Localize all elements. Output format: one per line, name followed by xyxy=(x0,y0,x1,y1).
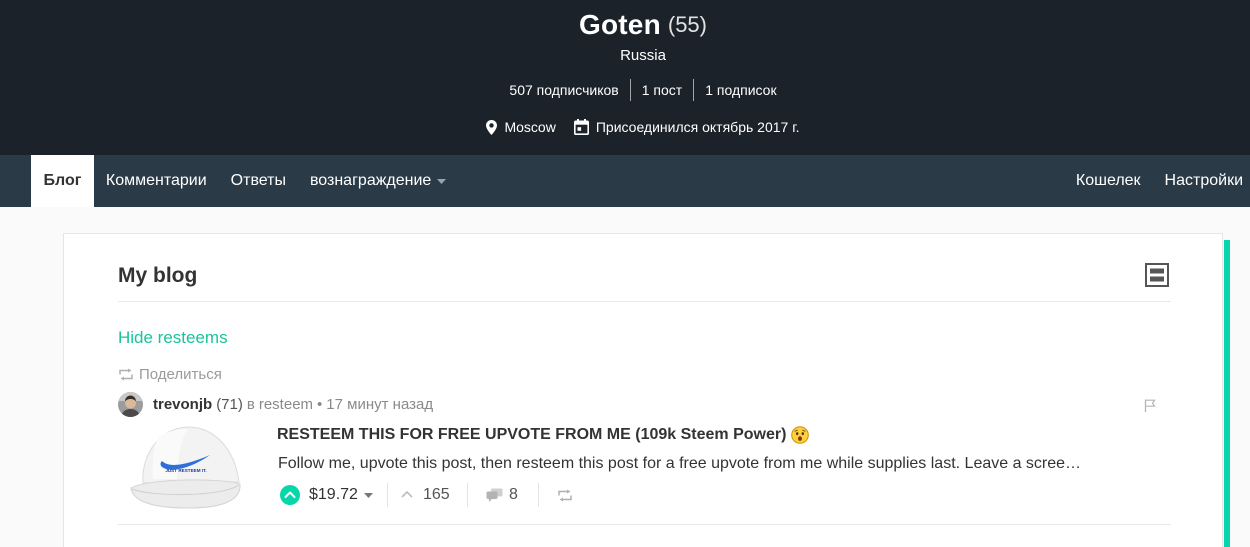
profile-name: Goten xyxy=(578,9,661,40)
meta-separator: • xyxy=(317,395,323,413)
tab-replies[interactable]: Ответы xyxy=(219,155,298,207)
post-title[interactable]: RESTEEM THIS FOR FREE UPVOTE FROM ME (10… xyxy=(277,426,786,444)
tab-wallet[interactable]: Кошелек xyxy=(1064,155,1153,207)
following-count[interactable]: 1 подписок xyxy=(693,79,787,101)
followers-count[interactable]: 507 подписчиков xyxy=(498,79,629,101)
post-author[interactable]: trevonjb xyxy=(153,396,212,413)
votes-count[interactable]: 165 xyxy=(423,485,450,505)
payout-dropdown[interactable]: $19.72 xyxy=(309,485,373,505)
footer-divider xyxy=(538,483,539,507)
profile-joined-text: Присоединился октябрь 2017 г. xyxy=(595,119,800,135)
post-author-row: trevonjb (71) в resteem • 17 минут назад xyxy=(118,391,433,417)
hide-resteems-link[interactable]: Hide resteems xyxy=(118,328,228,348)
tab-rewards[interactable]: вознаграждение xyxy=(298,155,458,207)
comments-count[interactable]: 8 xyxy=(509,485,518,505)
caret-down-icon xyxy=(437,178,447,184)
profile-country-row: Russia xyxy=(36,45,1250,65)
profile-tabs-right: Кошелек Настройки xyxy=(1064,155,1243,207)
resteem-icon xyxy=(119,368,133,380)
astonished-face-emoji-icon xyxy=(791,426,810,444)
tab-comments[interactable]: Комментарии xyxy=(94,155,219,207)
caret-down-icon xyxy=(363,492,373,498)
chevron-up-icon xyxy=(401,490,413,498)
profile-reputation: (55) xyxy=(667,12,707,37)
profile-tabs: Блог Комментарии Ответы вознаграждение xyxy=(31,155,458,207)
scroll-indicator-bar xyxy=(1224,240,1230,547)
posts-count: 1 пост xyxy=(629,79,693,101)
post-time[interactable]: 17 минут назад xyxy=(326,396,433,413)
post-thumbnail[interactable]: JUST RESTEEM IT. xyxy=(128,425,243,509)
tab-settings[interactable]: Настройки xyxy=(1153,155,1243,207)
profile-nav: Блог Комментарии Ответы вознаграждение К… xyxy=(0,155,1250,207)
profile-header-inner: Goten (55) Russia 507 подписчиков 1 пост… xyxy=(36,0,1250,155)
calendar-icon xyxy=(573,119,589,135)
avatar[interactable] xyxy=(118,391,143,417)
profile-meta: Moscow Присоединился октябрь 2017 г. xyxy=(36,116,1250,138)
post-excerpt[interactable]: Follow me, upvote this post, then restee… xyxy=(278,454,1168,474)
profile-name-row: Goten (55) xyxy=(36,6,1250,44)
profile-country: Russia xyxy=(620,46,666,64)
profile-joined: Присоединился октябрь 2017 г. xyxy=(573,119,800,135)
post-meta: в resteem • 17 минут назад xyxy=(247,396,433,413)
resteemed-label: Поделиться xyxy=(118,364,222,384)
list-layout-icon[interactable] xyxy=(1145,263,1169,287)
post-category-link[interactable]: resteem xyxy=(259,396,313,413)
resteem-icon[interactable] xyxy=(557,489,573,502)
footer-divider xyxy=(387,483,388,507)
map-pin-icon xyxy=(486,119,498,135)
post-title-row: RESTEEM THIS FOR FREE UPVOTE FROM ME (10… xyxy=(277,424,810,446)
thumbnail-caption: JUST RESTEEM IT. xyxy=(165,468,206,473)
comments-icon[interactable] xyxy=(486,488,503,502)
blog-card: My blog Hide resteems Поделиться trevonj… xyxy=(63,233,1223,547)
profile-header: Goten (55) Russia 507 подписчиков 1 пост… xyxy=(0,0,1250,155)
blog-heading: My blog xyxy=(118,264,198,287)
flag-icon[interactable] xyxy=(1144,399,1156,412)
tab-rewards-label: вознаграждение xyxy=(309,172,432,189)
heading-divider xyxy=(118,301,1171,302)
post-divider xyxy=(118,524,1171,525)
tab-blog[interactable]: Блог xyxy=(31,155,94,207)
profile-stats: 507 подписчиков 1 пост 1 подписок xyxy=(36,79,1250,101)
profile-location: Moscow xyxy=(486,119,556,135)
footer-divider xyxy=(467,483,468,507)
post-author-reputation: (71) xyxy=(216,395,243,413)
upvote-icon[interactable] xyxy=(280,485,300,505)
resteemed-text: Поделиться xyxy=(139,365,222,383)
post-category-prefix: в xyxy=(246,395,255,413)
profile-location-text: Moscow xyxy=(504,119,556,135)
payout-value: $19.72 xyxy=(309,486,358,503)
